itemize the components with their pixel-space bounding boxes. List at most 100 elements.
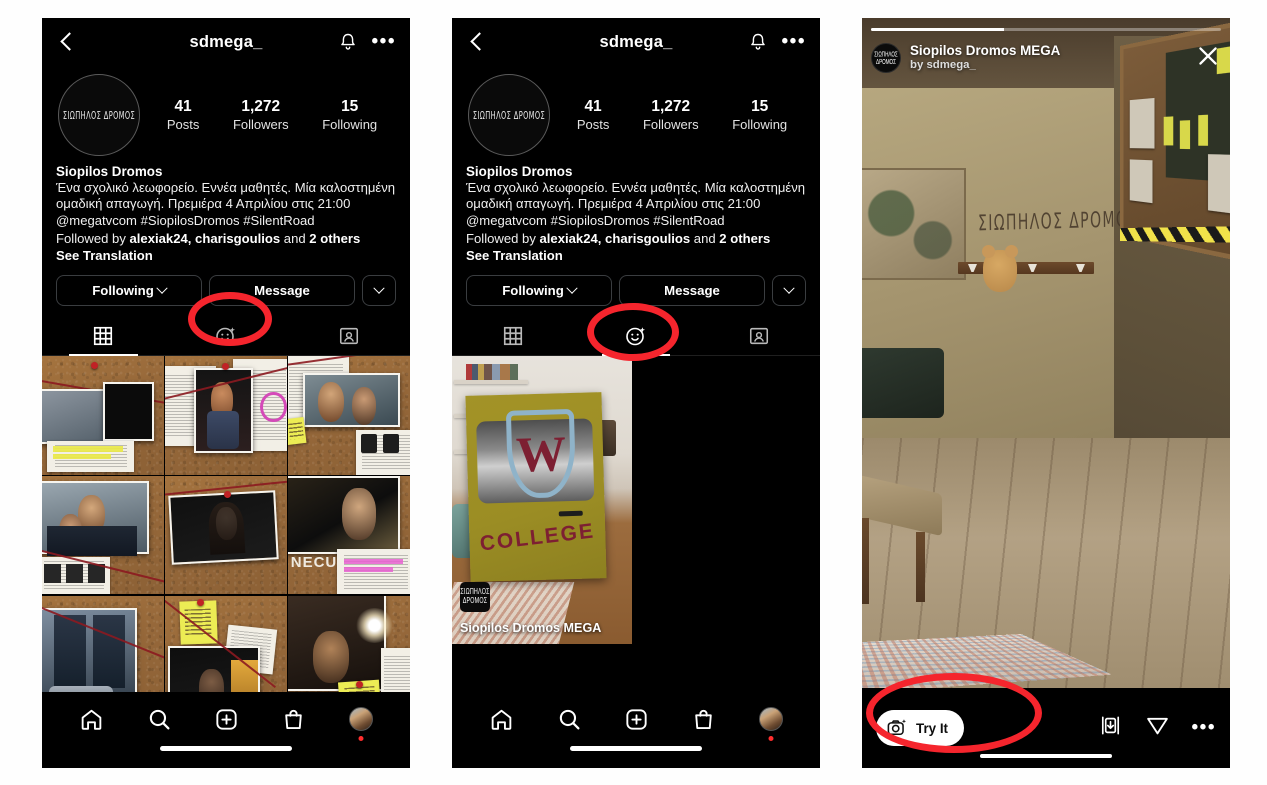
try-it-label: Try It: [916, 721, 948, 736]
profile-topbar: sdmega_ •••: [452, 18, 820, 66]
see-translation-link[interactable]: See Translation: [56, 248, 396, 263]
chevron-down-icon: [783, 282, 794, 293]
ar-scene-preview[interactable]: ΣΙΩΠΗΛΟΣ ΔΡΟΜΟΣ: [862, 18, 1230, 688]
camera-sparkle-icon: [886, 717, 908, 739]
tab-grid[interactable]: [452, 316, 575, 355]
close-icon[interactable]: [1195, 43, 1221, 74]
stat-followers-count: 1,272: [643, 98, 699, 116]
nav-icon-row: [452, 692, 820, 746]
nav-create[interactable]: [624, 707, 649, 732]
phone-panel-effects-tab: sdmega_ ••• ΣΙΩΠΗΛΟΣ ΔΡΟΜΟΣ 41 Posts 1,2…: [452, 18, 820, 768]
bio-display-name: Siopilos Dromos: [56, 164, 396, 179]
stat-following[interactable]: 15 Following: [322, 98, 377, 132]
bio-line-3[interactable]: @megatvcom #SiopilosDromos #SilentRoad: [56, 213, 396, 229]
bio-followed-by: Followed by alexiak24, charisgoulios and…: [466, 230, 806, 247]
grid-item[interactable]: [42, 356, 164, 474]
story-meta: Siopilos Dromos MEGA by sdmega_: [910, 43, 1060, 73]
more-options-icon[interactable]: •••: [1192, 723, 1216, 733]
profile-avatar-icon: [759, 707, 783, 731]
bio-line-3[interactable]: @megatvcom #SiopilosDromos #SilentRoad: [466, 213, 806, 229]
profile-bio: Siopilos Dromos Ένα σχολικό λεωφορείο. Ε…: [452, 158, 820, 263]
grid-item[interactable]: [288, 356, 410, 474]
chevron-down-icon: [156, 282, 167, 293]
grid-item[interactable]: [42, 476, 164, 594]
grid-icon: [502, 325, 524, 347]
college-text: COLLEGE: [468, 518, 606, 557]
sidebar-item-grid-tab[interactable]: [42, 316, 165, 355]
message-button[interactable]: Message: [619, 275, 765, 306]
plus-box-icon: [214, 707, 239, 732]
suggested-users-button[interactable]: [772, 275, 806, 306]
notifications-bell-icon[interactable]: [338, 31, 358, 53]
nav-home[interactable]: [489, 707, 514, 732]
nav-create[interactable]: [214, 707, 239, 732]
nav-search[interactable]: [147, 707, 172, 732]
stat-followers-label: Followers: [233, 117, 289, 132]
tab-tagged[interactable]: [697, 316, 820, 355]
profile-stats: 41 Posts 1,272 Followers 15 Following: [140, 98, 394, 132]
more-options-icon[interactable]: •••: [372, 37, 396, 47]
following-button[interactable]: Following: [466, 275, 612, 306]
suggested-users-button[interactable]: [362, 275, 396, 306]
nav-shop[interactable]: [691, 707, 716, 732]
stat-followers[interactable]: 1,272 Followers: [233, 98, 289, 132]
tab-effects[interactable]: [165, 316, 288, 355]
followed-names[interactable]: alexiak24, charisgoulios: [130, 231, 281, 246]
notifications-bell-icon[interactable]: [748, 31, 768, 53]
tagged-person-icon: [338, 325, 360, 347]
story-author[interactable]: by sdmega_: [910, 58, 1060, 73]
nav-home[interactable]: [79, 707, 104, 732]
stat-following[interactable]: 15 Following: [732, 98, 787, 132]
avatar[interactable]: ΣΙΩΠΗΛΟΣ ΔΡΟΜΟΣ: [871, 43, 901, 73]
grid-item[interactable]: [165, 476, 287, 594]
nav-profile[interactable]: [759, 707, 783, 731]
back-chevron-icon[interactable]: [56, 31, 78, 53]
bio-line-1: Ένα σχολικό λεωφορείο. Εννέα μαθητές. Μί…: [466, 180, 806, 196]
effect-card[interactable]: W COLLEGE ΣΙΩΠΗΛΟΣ ΔΡΟΜΟΣ Siopilos Dromo…: [452, 356, 632, 644]
followed-names[interactable]: alexiak24, charisgoulios: [540, 231, 691, 246]
effect-badge-logo-text: ΣΙΩΠΗΛΟΣ ΔΡΟΜΟΣ: [460, 588, 490, 606]
avatar[interactable]: ΣΙΩΠΗΛΟΣ ΔΡΟΜΟΣ: [58, 74, 140, 156]
following-button-label: Following: [92, 283, 154, 298]
followed-prefix: Followed by: [56, 231, 130, 246]
chevron-down-icon: [373, 282, 384, 293]
story-action-icons: •••: [1098, 713, 1216, 743]
nav-search[interactable]: [557, 707, 582, 732]
stat-followers[interactable]: 1,272 Followers: [643, 98, 699, 132]
following-button[interactable]: Following: [56, 275, 202, 306]
topbar-actions: •••: [338, 31, 396, 53]
message-button[interactable]: Message: [209, 275, 355, 306]
profile-action-buttons: Following Message: [452, 263, 820, 306]
followed-count[interactable]: 2 others: [309, 231, 360, 246]
followed-mid: and: [690, 231, 719, 246]
grid-icon: [92, 325, 114, 347]
nav-icon-row: [42, 692, 410, 746]
stat-posts[interactable]: 41 Posts: [577, 98, 610, 132]
nav-shop[interactable]: [281, 707, 306, 732]
see-translation-link[interactable]: See Translation: [466, 248, 806, 263]
profile-tabbar: [42, 316, 410, 356]
share-effect-button[interactable]: [1145, 713, 1170, 743]
grid-item[interactable]: [165, 356, 287, 474]
avatar[interactable]: ΣΙΩΠΗΛΟΣ ΔΡΟΜΟΣ: [468, 74, 550, 156]
bio-line-2: ομαδική απαγωγή. Πρεμιέρα 4 Απριλίου στι…: [466, 196, 806, 212]
followed-count[interactable]: 2 others: [719, 231, 770, 246]
stat-posts-label: Posts: [167, 117, 200, 132]
tab-effects[interactable]: [575, 316, 698, 355]
more-options-icon[interactable]: •••: [782, 37, 806, 47]
try-it-button[interactable]: Try It: [876, 710, 964, 746]
nav-profile[interactable]: [349, 707, 373, 731]
stat-followers-label: Followers: [643, 117, 699, 132]
message-button-label: Message: [664, 283, 720, 298]
grid-item[interactable]: NECU: [288, 476, 410, 594]
profile-photo-grid: NECU: [42, 356, 410, 714]
save-effect-button[interactable]: [1098, 713, 1123, 743]
profile-action-buttons: Following Message: [42, 263, 410, 306]
shield-letter: W: [511, 428, 570, 480]
tab-tagged[interactable]: [287, 316, 410, 355]
bio-line-1: Ένα σχολικό λεωφορείο. Εννέα μαθητές. Μί…: [56, 180, 396, 196]
topbar-actions: •••: [748, 31, 806, 53]
stat-posts[interactable]: 41 Posts: [167, 98, 200, 132]
back-chevron-icon[interactable]: [466, 31, 488, 53]
message-button-label: Message: [254, 283, 310, 298]
